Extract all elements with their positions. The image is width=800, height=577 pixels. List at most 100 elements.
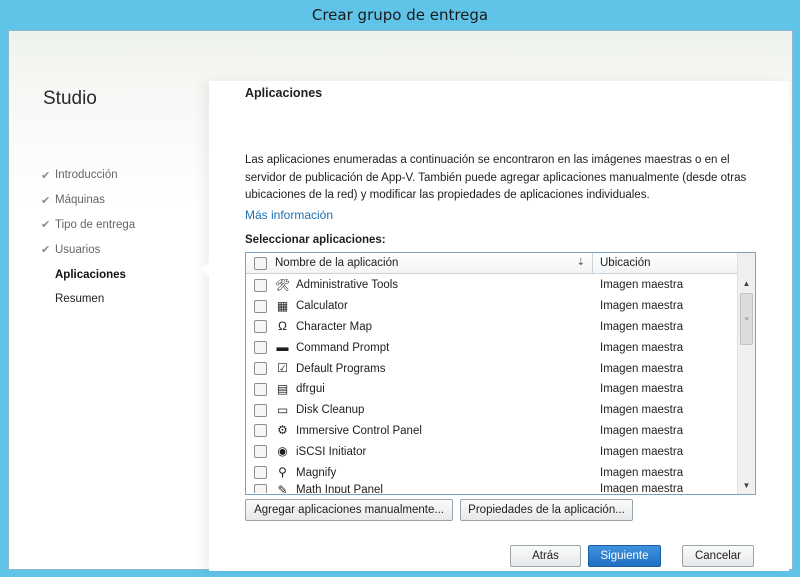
sidebar-step-label: Aplicaciones xyxy=(55,268,126,281)
next-button[interactable]: Siguiente xyxy=(588,545,661,567)
app-location: Imagen maestra xyxy=(600,383,684,396)
sort-down-icon[interactable]: ⇣ xyxy=(577,257,585,268)
app-name: Immersive Control Panel xyxy=(296,424,422,437)
app-name-cell: ⚙ Immersive Control Panel xyxy=(246,421,593,442)
app-name: Disk Cleanup xyxy=(296,404,365,417)
row-checkbox[interactable] xyxy=(254,445,267,459)
wizard-steps: ✔ Introducción ✔ Máquinas ✔ Tipo de entrega ✔ U… xyxy=(41,163,135,312)
table-row[interactable]: ☑ Default Programs Imagen maestra xyxy=(246,358,738,379)
row-checkbox[interactable] xyxy=(254,362,267,376)
app-name-cell: ✎ Math Input Panel xyxy=(246,483,593,493)
column-location-label: Ubicación xyxy=(600,257,651,269)
defrag-icon: ▤ xyxy=(276,381,289,396)
command-prompt-icon: ▬ xyxy=(276,340,289,355)
sidebar-step-aplicaciones[interactable]: Aplicaciones xyxy=(41,262,135,287)
app-name: Administrative Tools xyxy=(296,279,399,292)
description-text: Las aplicaciones enumeradas a continuaci… xyxy=(245,154,747,201)
cancel-button[interactable]: Cancelar xyxy=(682,545,754,567)
table-header: Nombre de la aplicación ⇣ Ubicación xyxy=(246,253,755,274)
app-name: Math Input Panel xyxy=(296,484,383,493)
app-location: Imagen maestra xyxy=(600,279,684,292)
sidebar-step-introducción[interactable]: ✔ Introducción xyxy=(41,163,135,188)
back-button[interactable]: Atrás xyxy=(510,545,581,567)
active-step-pointer xyxy=(202,262,209,276)
disk-cleanup-icon: ▭ xyxy=(276,402,289,417)
app-location: Imagen maestra xyxy=(600,404,684,417)
column-name-header[interactable]: Nombre de la aplicación ⇣ xyxy=(246,253,593,273)
app-name-cell: ▤ dfrgui xyxy=(246,379,593,400)
app-name: dfrgui xyxy=(296,383,325,396)
app-properties-button[interactable]: Propiedades de la aplicación... xyxy=(460,499,633,521)
table-row[interactable]: 🛠 Administrative Tools Imagen maestra xyxy=(246,275,738,296)
globe-icon: ◉ xyxy=(277,444,288,459)
table-rows: 🛠 Administrative Tools Imagen maestra ▦ Calc… xyxy=(246,275,738,494)
app-location: Imagen maestra xyxy=(600,341,684,354)
sidebar-step-máquinas[interactable]: ✔ Máquinas xyxy=(41,188,135,213)
app-location: Imagen maestra xyxy=(600,320,684,333)
table-scrollbar[interactable]: ▲ ≡ ▼ xyxy=(737,253,755,494)
sidebar-step-resumen[interactable]: Resumen xyxy=(41,287,135,312)
app-name-cell: ▭ Disk Cleanup xyxy=(246,400,593,421)
checkmark-icon: ✔ xyxy=(41,169,51,182)
sidebar-step-tipo-de-entrega[interactable]: ✔ Tipo de entrega xyxy=(41,213,135,238)
table-row[interactable]: Ω Character Map Imagen maestra xyxy=(246,317,738,338)
add-apps-manually-button[interactable]: Agregar aplicaciones manualmente... xyxy=(245,499,453,521)
wizard-frame: Studio ✔ Introducción ✔ Máquinas ✔ Tipo de en… xyxy=(8,30,793,571)
table-row[interactable]: ▤ dfrgui Imagen maestra xyxy=(246,379,738,400)
app-location: Imagen maestra xyxy=(600,445,684,458)
scroll-down-arrow-icon[interactable]: ▼ xyxy=(738,477,755,494)
gear-icon: ⚙ xyxy=(277,423,288,438)
app-name: Character Map xyxy=(296,320,373,333)
row-checkbox[interactable] xyxy=(254,483,267,493)
table-row[interactable]: ✎ Math Input Panel Imagen maestra xyxy=(246,483,738,493)
row-checkbox[interactable] xyxy=(254,299,267,313)
table-row[interactable]: ⚙ Immersive Control Panel Imagen maestra xyxy=(246,421,738,442)
column-name-label: Nombre de la aplicación xyxy=(275,257,399,269)
table-row[interactable]: ⚲ Magnify Imagen maestra xyxy=(246,462,738,483)
app-name-cell: 🛠 Administrative Tools xyxy=(246,275,593,296)
admin-tools-icon: 🛠 xyxy=(274,277,291,292)
select-apps-label: Seleccionar aplicaciones: xyxy=(245,234,386,246)
select-all-checkbox[interactable] xyxy=(254,256,267,270)
table-row[interactable]: ▦ Calculator Imagen maestra xyxy=(246,296,738,317)
default-programs-icon: ☑ xyxy=(277,361,288,376)
calculator-icon: ▦ xyxy=(276,298,289,313)
app-name-cell: ▦ Calculator xyxy=(246,296,593,317)
table-row[interactable]: ▬ Command Prompt Imagen maestra xyxy=(246,337,738,358)
app-name-cell: ◉ iSCSI Initiator xyxy=(246,441,593,462)
row-checkbox[interactable] xyxy=(254,466,267,480)
scroll-up-arrow-icon[interactable]: ▲ xyxy=(738,275,755,292)
app-name: Command Prompt xyxy=(296,341,390,354)
app-name-cell: ⚲ Magnify xyxy=(246,462,593,483)
more-info-link[interactable]: Más información xyxy=(245,208,333,222)
sidebar-step-usuarios[interactable]: ✔ Usuarios xyxy=(41,237,135,262)
sidebar-step-label: Usuarios xyxy=(55,243,101,256)
sidebar-step-label: Resumen xyxy=(55,293,105,306)
section-title: Aplicaciones xyxy=(245,86,323,100)
table-row[interactable]: ◉ iSCSI Initiator Imagen maestra xyxy=(246,441,738,462)
row-checkbox[interactable] xyxy=(254,382,267,396)
row-checkbox[interactable] xyxy=(254,341,267,355)
app-name-cell: Ω Character Map xyxy=(246,317,593,338)
row-checkbox[interactable] xyxy=(254,424,267,438)
checkmark-icon: ✔ xyxy=(41,219,51,232)
row-checkbox[interactable] xyxy=(254,278,267,292)
studio-brand: Studio xyxy=(43,88,97,109)
wizard-content: Aplicaciones Las aplicaciones enumeradas… xyxy=(202,81,789,571)
app-name-cell: ▬ Command Prompt xyxy=(246,337,593,358)
sidebar-step-label: Tipo de entrega xyxy=(55,218,136,231)
scroll-thumb[interactable]: ≡ xyxy=(740,293,753,345)
table-row[interactable]: ▭ Disk Cleanup Imagen maestra xyxy=(246,400,738,421)
app-location: Imagen maestra xyxy=(600,424,684,437)
sidebar-step-label: Máquinas xyxy=(55,194,105,207)
app-location: Imagen maestra xyxy=(600,300,684,313)
row-checkbox[interactable] xyxy=(254,403,267,417)
row-checkbox[interactable] xyxy=(254,320,267,334)
sidebar-step-label: Introducción xyxy=(55,169,118,182)
column-location-header[interactable]: Ubicación xyxy=(593,253,738,273)
app-name-cell: ☑ Default Programs xyxy=(246,358,593,379)
window-title: Crear grupo de entrega xyxy=(0,0,800,30)
checkmark-icon: ✔ xyxy=(41,194,51,207)
magnifier-icon: ⚲ xyxy=(278,465,287,480)
app-name: iSCSI Initiator xyxy=(296,445,367,458)
